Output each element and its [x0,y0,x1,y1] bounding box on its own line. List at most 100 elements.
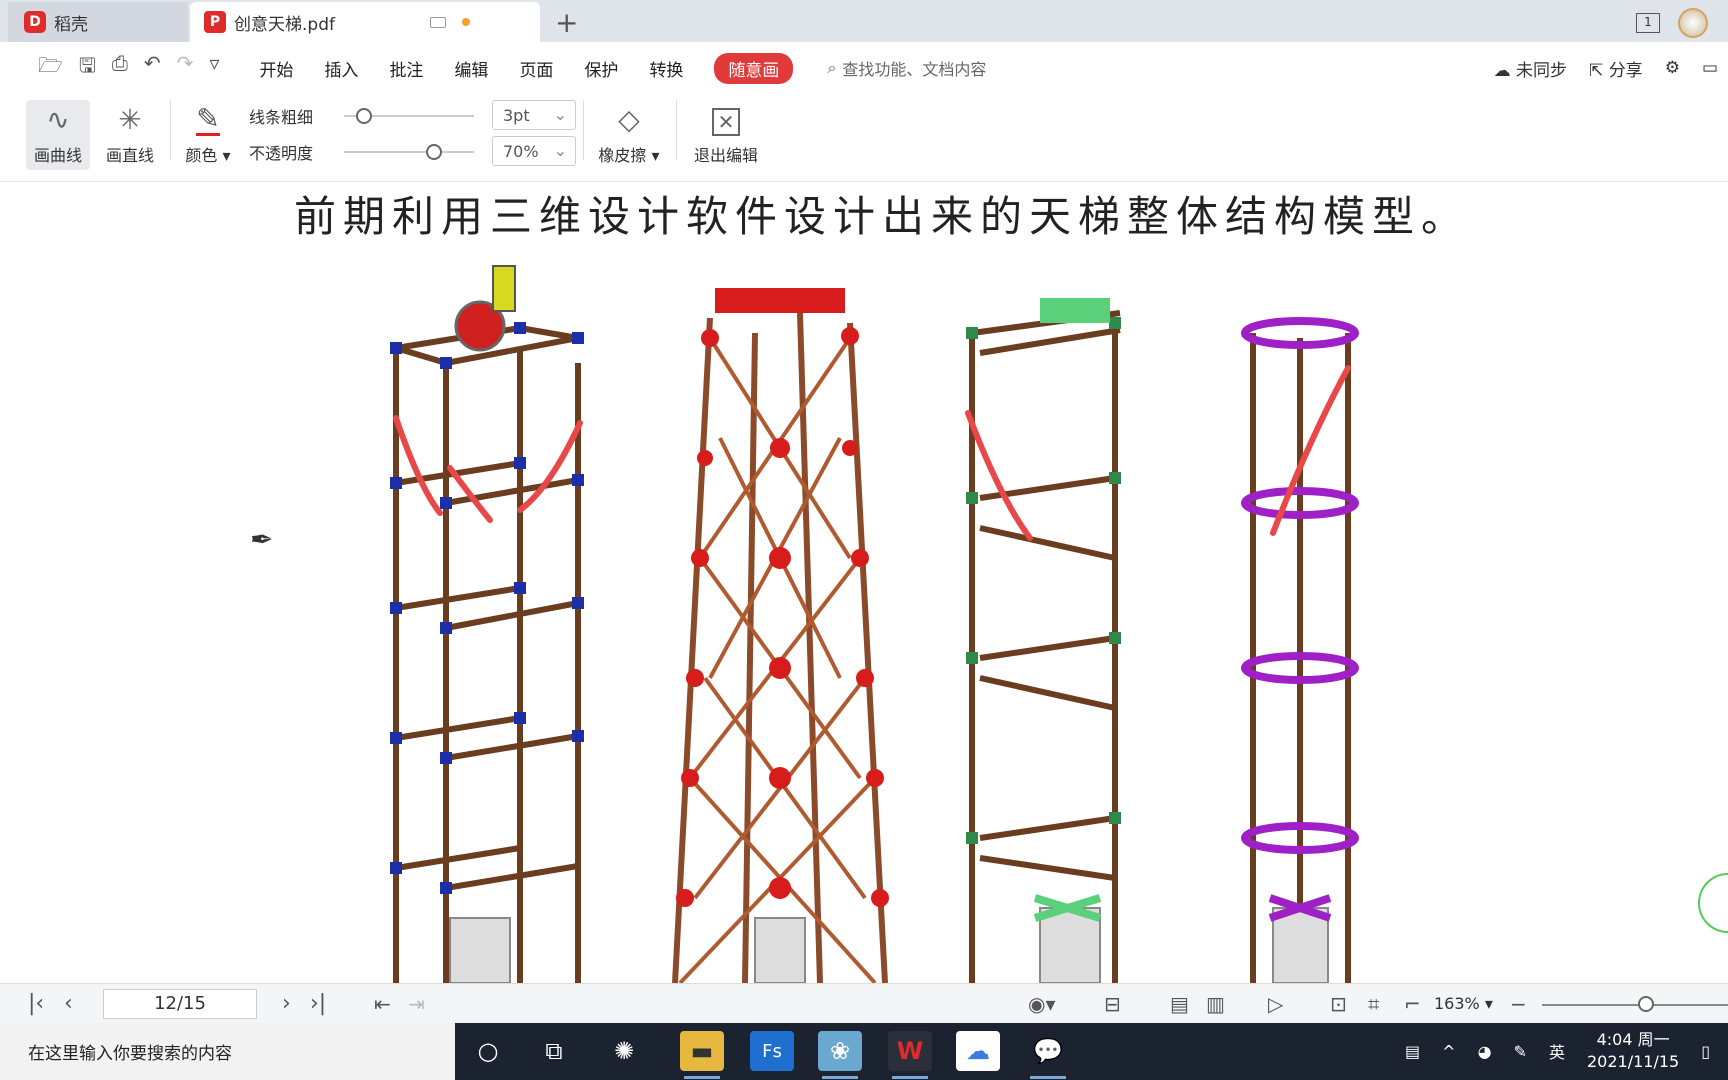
open-icon[interactable]: 🗁 [38,51,63,85]
back-icon[interactable]: ⇤ [374,992,391,1016]
pdf-icon: P [204,11,226,33]
opacity-slider[interactable] [344,144,474,160]
prev-page-icon[interactable]: ‹ [64,991,73,1016]
task-view-icon[interactable]: ⧉ [532,1031,576,1071]
first-page-icon[interactable]: |‹ [28,991,44,1016]
news-icon[interactable]: ▤ [1405,1042,1420,1061]
zoom-slider[interactable] [1542,996,1728,1012]
draw-curve-label: 画曲线 [33,146,82,165]
line-icon: ✳ [118,103,142,136]
opacity-value: 70% [503,142,539,161]
floating-widget[interactable] [1698,873,1728,933]
slider-knob[interactable] [356,108,372,124]
draw-ribbon: ∿ 画曲线 ✳ 画直线 ✎ 颜色 ▾ 线条粗细 3pt ⌄ 不透明度 70% ⌄… [0,94,1728,182]
fit-page-icon[interactable]: ⌗ [1368,992,1379,1016]
chevron-up-icon[interactable]: ^ [1442,1042,1455,1061]
redo-icon[interactable]: ↷ [177,51,194,85]
settings-icon[interactable]: ⚙ [1665,58,1680,78]
divider [583,100,584,160]
menu-convert[interactable]: 转换 [649,56,683,81]
line-width-select[interactable]: 3pt ⌄ [492,100,576,130]
menu-page[interactable]: 页面 [519,56,553,81]
pen-cursor-icon: ✒ [250,523,274,556]
pinwheel-app-icon[interactable]: ✺ [602,1031,646,1071]
menu-annotate[interactable]: 批注 [389,56,423,81]
tab-label: 创意天梯.pdf [234,14,335,35]
menu-insert[interactable]: 插入 [324,56,358,81]
clock-time: 4:04 周一 [1596,1030,1670,1049]
save-icon[interactable]: 🖫 [79,51,96,85]
zoom-select[interactable]: 163% ▾ [1434,994,1493,1013]
actual-size-icon[interactable]: ⊡ [1330,992,1347,1016]
forward-icon[interactable]: ⇥ [408,992,425,1016]
freehand-annotations [393,365,1351,541]
notification-icon[interactable]: ▯ [1701,1042,1710,1061]
line-width-slider[interactable] [344,108,474,124]
search-icon: ⌕ [827,58,837,77]
share-icon: ⇱ [1589,60,1604,81]
eye-icon[interactable]: ◉▾ [1028,992,1056,1016]
wechat-icon[interactable]: 💬 [1026,1031,1070,1079]
last-page-icon[interactable]: ›| [310,991,326,1016]
draw-curve-button[interactable]: ∿ 画曲线 [26,100,90,170]
opacity-select[interactable]: 70% ⌄ [492,136,576,166]
pen-tray-icon[interactable]: ✎ [1514,1042,1527,1061]
pen-color-icon: ✎ [196,102,220,136]
sync-label: 未同步 [1516,60,1568,81]
menu-freehand[interactable]: 随意画 [714,52,794,84]
unsaved-dot-icon [462,18,470,26]
cortana-icon[interactable]: ○ [466,1031,510,1071]
file-explorer-icon[interactable]: ▬ [680,1031,724,1079]
play-icon[interactable]: ▷ [1268,992,1283,1016]
menu-protect[interactable]: 保护 [584,56,618,81]
system-clock[interactable]: 4:04 周一 2021/11/15 [1587,1029,1679,1073]
tower-model-blue [390,265,584,983]
next-page-icon[interactable]: › [282,991,291,1016]
tab-bar: D 稻壳 P 创意天梯.pdf + 1 [0,0,1728,42]
color-button[interactable]: ✎ 颜色 ▾ [178,100,238,170]
undo-icon[interactable]: ↶ [144,51,161,85]
document-page[interactable]: 前期利用三维设计软件设计出来的天梯整体结构模型。 ✒ [0,183,1728,983]
tray-app-icon[interactable]: ◕ [1478,1042,1492,1061]
baidu-netdisk-icon[interactable]: ☁ [956,1031,1000,1071]
sync-button[interactable]: ☁ 未同步 [1494,56,1567,81]
single-page-icon[interactable]: ▤ [1170,992,1189,1016]
window-count-icon[interactable]: 1 [1636,13,1660,33]
page-number-input[interactable]: 12/15 [103,989,257,1019]
zoom-out-icon[interactable]: − [1510,992,1527,1016]
taskbar-search[interactable]: 在这里输入你要搜索的内容 [0,1023,455,1080]
tab-label: 稻壳 [54,14,88,35]
crop-icon[interactable]: ⌐ [1404,992,1421,1016]
wps-app-icon[interactable]: W [888,1031,932,1079]
input-language[interactable]: 英 [1549,1039,1565,1063]
search-box[interactable]: ⌕ 查找功能、文档内容 [827,56,986,80]
fit-width-icon[interactable]: ⊟ [1104,992,1121,1016]
menu-start[interactable]: 开始 [259,56,293,81]
share-button[interactable]: ⇱ 分享 [1589,56,1643,81]
menu-edit[interactable]: 编辑 [454,56,488,81]
chevron-down-icon: ⌄ [553,105,567,124]
comment-icon[interactable]: ▭ [1702,58,1718,78]
color-label: 颜色 ▾ [185,146,231,165]
avatar[interactable] [1678,8,1708,38]
fs-app-icon[interactable]: Fs [750,1031,794,1071]
taskbar-search-placeholder: 在这里输入你要搜索的内容 [28,1044,232,1064]
draw-line-button[interactable]: ✳ 画直线 [98,100,162,170]
two-page-icon[interactable]: ▥ [1206,992,1225,1016]
tab-document[interactable]: P 创意天梯.pdf [190,2,540,42]
anime-app-icon[interactable]: ❀ [818,1031,862,1079]
customize-icon[interactable]: ▿ [209,51,219,85]
print-icon[interactable]: ⎙ [112,51,128,85]
tower-model-green [966,298,1121,983]
screen-icon[interactable] [430,16,446,28]
close-icon: ✕ [712,108,740,136]
tab-daoke[interactable]: D 稻壳 [8,2,188,42]
exit-edit-button[interactable]: ✕ 退出编辑 [688,100,764,170]
eraser-icon: ◇ [618,103,640,136]
divider [170,100,171,160]
slider-knob[interactable] [1638,996,1654,1012]
slider-knob[interactable] [426,144,442,160]
new-tab-button[interactable]: + [555,6,578,39]
chevron-down-icon: ⌄ [553,141,567,160]
eraser-button[interactable]: ◇ 橡皮擦 ▾ [594,100,664,170]
